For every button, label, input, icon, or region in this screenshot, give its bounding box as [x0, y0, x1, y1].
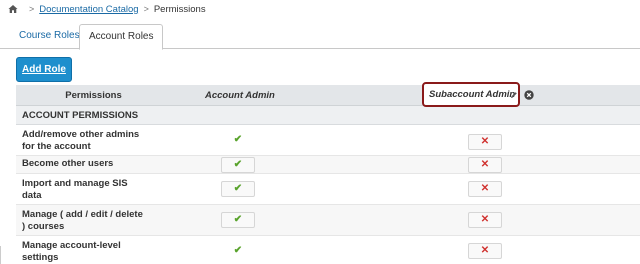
- table-header: Permissions Account Admin Subaccount Adm…: [16, 82, 640, 107]
- x-icon: ✕: [480, 245, 490, 256]
- x-icon: ✕: [480, 159, 490, 170]
- check-icon: ✔: [233, 183, 243, 194]
- check-icon: ✔: [233, 159, 243, 170]
- permission-label-line: data: [22, 190, 42, 201]
- table-row: Manage ( add / edit / delete ) courses ✔…: [16, 205, 640, 236]
- permission-label-line: Import and manage SIS: [22, 178, 128, 189]
- permission-toggle-account-admin[interactable]: ✔: [221, 132, 255, 148]
- window-edge: [0, 246, 3, 264]
- permission-label-line: settings: [22, 252, 59, 263]
- permission-toggle-subaccount-admin[interactable]: ✕: [468, 212, 502, 228]
- role-header-label: Subaccount Admin: [429, 89, 516, 100]
- tab-course-roles[interactable]: Course Roles: [10, 24, 89, 49]
- role-tabs: Course Roles Account Roles: [0, 24, 640, 50]
- permission-label-line: Manage ( add / edit / delete: [22, 209, 143, 220]
- permission-toggle-subaccount-admin[interactable]: ✕: [468, 134, 502, 150]
- remove-role-icon[interactable]: [524, 90, 534, 100]
- breadcrumb: > Documentation Catalog > Permissions: [8, 2, 206, 16]
- pencil-icon[interactable]: [510, 91, 518, 99]
- role-header-subaccount-admin[interactable]: Subaccount Admin: [422, 82, 520, 107]
- permission-label: Become other users: [22, 158, 152, 170]
- breadcrumb-separator: >: [143, 4, 149, 14]
- permission-toggle-subaccount-admin[interactable]: ✕: [468, 157, 502, 173]
- permission-label: Manage ( add / edit / delete ) courses: [22, 209, 152, 233]
- permissions-table: Permissions Account Admin Subaccount Adm…: [16, 82, 640, 264]
- breadcrumb-separator: >: [29, 4, 35, 14]
- permission-toggle-subaccount-admin[interactable]: ✕: [468, 181, 502, 197]
- permission-toggle-account-admin[interactable]: ✔: [221, 157, 255, 173]
- tab-account-roles[interactable]: Account Roles: [79, 24, 164, 50]
- table-row: Manage account-level settings ✔ ✕: [16, 236, 640, 264]
- add-role-button[interactable]: Add Role: [16, 57, 72, 82]
- permission-label-line: Manage account-level: [22, 240, 121, 251]
- check-icon: ✔: [233, 245, 243, 256]
- check-icon: ✔: [233, 134, 243, 145]
- permission-label: Add/remove other admins for the account: [22, 129, 152, 153]
- permission-toggle-subaccount-admin[interactable]: ✕: [468, 243, 502, 259]
- breadcrumb-current: Permissions: [153, 3, 206, 15]
- breadcrumb-link-catalog[interactable]: Documentation Catalog: [39, 4, 138, 15]
- permission-label: Import and manage SIS data: [22, 178, 152, 202]
- permissions-column-header: Permissions: [65, 90, 122, 101]
- table-row: Add/remove other admins for the account …: [16, 125, 640, 156]
- table-row: Become other users ✔ ✕: [16, 156, 640, 174]
- permission-label-line: Become other users: [22, 158, 114, 169]
- permission-toggle-account-admin[interactable]: ✔: [221, 181, 255, 197]
- permission-label-line: Add/remove other admins: [22, 129, 140, 140]
- x-icon: ✕: [480, 136, 490, 147]
- section-account-permissions: ACCOUNT PERMISSIONS: [16, 106, 640, 125]
- x-icon: ✕: [480, 214, 490, 225]
- home-icon[interactable]: [8, 4, 18, 14]
- permission-toggle-account-admin[interactable]: ✔: [221, 212, 255, 228]
- table-row: Import and manage SIS data ✔ ✕: [16, 174, 640, 205]
- check-icon: ✔: [233, 214, 243, 225]
- x-icon: ✕: [480, 183, 490, 194]
- permission-toggle-account-admin[interactable]: ✔: [221, 243, 255, 259]
- permission-label: Manage account-level settings: [22, 240, 152, 264]
- role-header-account-admin: Account Admin: [205, 90, 275, 101]
- permission-label-line: for the account: [22, 141, 91, 152]
- permission-label-line: ) courses: [22, 221, 65, 232]
